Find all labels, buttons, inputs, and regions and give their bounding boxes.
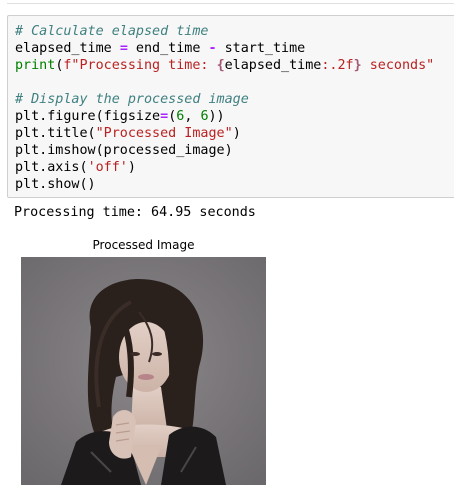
code-line: elapsed_time = end_time - start_time xyxy=(15,41,306,56)
code-line: # Calculate elapsed time xyxy=(15,24,209,39)
code-editor[interactable]: # Calculate elapsed time elapsed_time = e… xyxy=(15,23,434,193)
portrait-photo xyxy=(21,257,266,485)
processed-image xyxy=(21,257,266,485)
code-line: plt.imshow(processed_image) xyxy=(15,143,233,158)
code-line: plt.show() xyxy=(15,177,96,192)
code-line: # Display the processed image xyxy=(15,92,249,107)
cell-separator xyxy=(7,3,454,4)
cell-output-stdout: Processing time: 64.95 seconds xyxy=(14,205,256,220)
code-line: print(f"Processing time: {elapsed_time:.… xyxy=(15,58,435,73)
code-line: plt.figure(figsize=(6, 6)) xyxy=(15,109,225,124)
figure-title: Processed Image xyxy=(92,238,195,252)
code-line: plt.axis('off') xyxy=(15,160,136,175)
code-line: plt.title("Processed Image") xyxy=(15,126,241,141)
code-cell-input[interactable]: # Calculate elapsed time elapsed_time = e… xyxy=(7,15,454,198)
